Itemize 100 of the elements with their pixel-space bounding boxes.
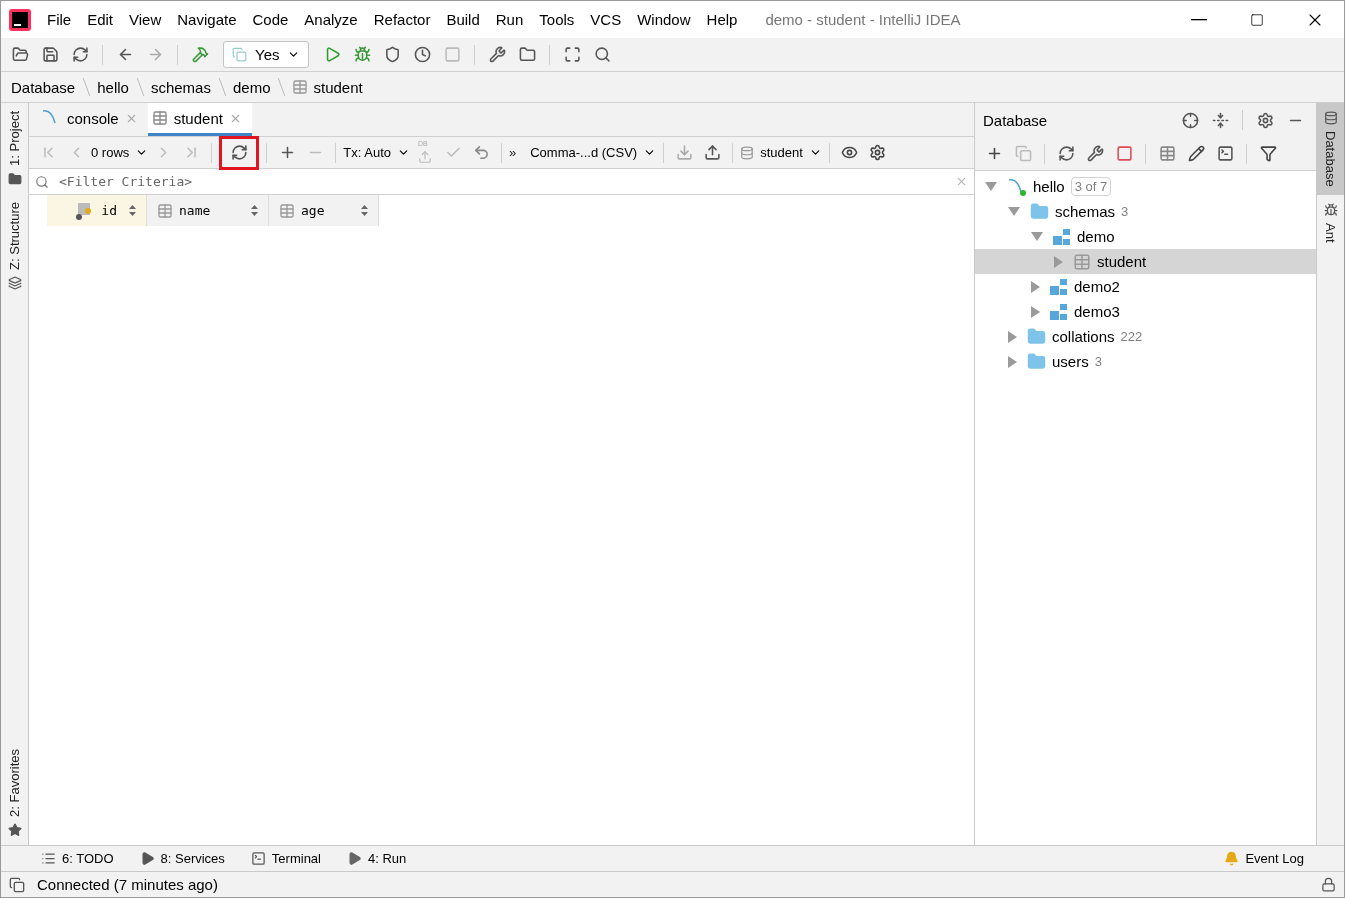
- rows-dropdown[interactable]: 0 rows: [91, 145, 149, 160]
- play-icon: [347, 851, 362, 866]
- schema-icon: [1050, 278, 1068, 295]
- play-icon: [139, 851, 155, 866]
- breadcrumb-item[interactable]: hello: [93, 78, 133, 96]
- menu-item[interactable]: Help: [698, 11, 746, 28]
- lock-icon[interactable]: [1321, 877, 1336, 892]
- item-count: 3: [1094, 354, 1102, 369]
- tree-label: student: [1097, 253, 1147, 270]
- menu-item[interactable]: Edit: [79, 11, 122, 28]
- tool-window-button[interactable]: 8: Services: [139, 851, 225, 866]
- window-title: demo - student - IntelliJ IDEA: [765, 11, 961, 28]
- item-count: 222: [1120, 329, 1143, 344]
- bell-icon: [1224, 851, 1240, 866]
- tool-window-tab[interactable]: Database: [1317, 103, 1344, 195]
- app-logo: [9, 8, 31, 31]
- database-icon: [1323, 111, 1338, 125]
- structure-icon: [7, 275, 22, 290]
- format-dropdown[interactable]: Comma-...d (CSV): [530, 145, 657, 160]
- breadcrumb-item[interactable]: demo: [228, 78, 275, 96]
- schema-icon: [1050, 303, 1068, 320]
- menu-item[interactable]: Refactor: [365, 11, 439, 28]
- list-icon: [41, 851, 56, 866]
- schema-icon: [1053, 228, 1071, 245]
- editor-tab[interactable]: student: [147, 103, 252, 136]
- breadcrumb-item[interactable]: schemas: [146, 78, 215, 96]
- column-icon: [157, 202, 173, 219]
- tree-item[interactable]: demo2: [975, 274, 1316, 299]
- tool-window-button[interactable]: Terminal: [250, 851, 321, 866]
- star-icon: [7, 823, 22, 837]
- folder-icon: [1030, 202, 1049, 221]
- transaction-dropdown[interactable]: Tx: Auto: [343, 145, 410, 160]
- tool-window-tab[interactable]: Z: Structure: [1, 193, 28, 298]
- breadcrumb-item[interactable]: student: [288, 78, 367, 96]
- column-header[interactable]: age: [269, 195, 379, 226]
- search-icon: [35, 174, 49, 189]
- tree-item[interactable]: users 3: [975, 349, 1316, 374]
- collapsed-arrow-icon[interactable]: [1031, 280, 1040, 293]
- terminal-icon: [250, 851, 266, 866]
- editor-tab[interactable]: console: [37, 103, 148, 136]
- breadcrumb-item[interactable]: Database: [7, 78, 80, 96]
- column-header[interactable]: id: [47, 195, 147, 226]
- sort-icon: [361, 205, 368, 216]
- menu-item[interactable]: File: [39, 11, 80, 28]
- collapsed-arrow-icon[interactable]: [1008, 330, 1017, 343]
- folder-icon: [1027, 327, 1046, 346]
- menu-item[interactable]: Build: [438, 11, 488, 28]
- menu-item[interactable]: Window: [629, 11, 699, 28]
- bug-icon: [1323, 202, 1338, 217]
- tool-window-tab[interactable]: 1: Project: [1, 103, 28, 194]
- menu-item[interactable]: Analyze: [296, 11, 366, 28]
- run-config-dropdown[interactable]: Yes: [223, 41, 310, 68]
- minimize-icon: [1191, 18, 1207, 21]
- table-icon: [292, 79, 309, 95]
- dolphin-icon: [1007, 177, 1027, 196]
- tool-window-button[interactable]: 4: Run: [347, 851, 407, 866]
- more-indicator[interactable]: »: [509, 145, 517, 160]
- tree-label: demo2: [1074, 278, 1120, 295]
- menu-item[interactable]: Code: [244, 11, 297, 28]
- tree-item[interactable]: hello 3 of 7: [975, 174, 1316, 199]
- maximize-icon: [1250, 12, 1264, 27]
- tree-item[interactable]: demo3: [975, 299, 1316, 324]
- collapsed-arrow-icon[interactable]: [1054, 255, 1063, 268]
- tree-item[interactable]: collations 222: [975, 324, 1316, 349]
- tree-item[interactable]: student: [975, 249, 1316, 274]
- tree-item[interactable]: schemas 3: [975, 199, 1316, 224]
- tree-label: demo3: [1074, 303, 1120, 320]
- column-icon: [279, 202, 295, 219]
- expanded-arrow-icon[interactable]: [1008, 207, 1020, 216]
- status-text: Connected (7 minutes ago): [37, 876, 218, 893]
- sort-icon: [251, 205, 258, 216]
- tool-window-tab[interactable]: Ant: [1317, 194, 1344, 251]
- collapsed-arrow-icon[interactable]: [1008, 355, 1017, 368]
- panel-title: Database: [983, 111, 1049, 129]
- table-icon: [151, 110, 168, 126]
- tree-label: collations: [1052, 328, 1115, 345]
- menu-item[interactable]: View: [121, 11, 170, 28]
- menu-item[interactable]: Tools: [531, 11, 583, 28]
- collapsed-arrow-icon[interactable]: [1031, 305, 1040, 318]
- tool-window-button[interactable]: 6: TODO: [41, 851, 114, 866]
- tool-window-tab[interactable]: 2: Favorites: [1, 741, 28, 845]
- status-icon: [9, 876, 25, 893]
- refresh-icon[interactable]: [219, 135, 260, 170]
- expanded-arrow-icon[interactable]: [985, 182, 997, 191]
- menu-item[interactable]: Navigate: [169, 11, 245, 28]
- menu-item[interactable]: Run: [487, 11, 532, 28]
- folder-icon: [1027, 352, 1046, 371]
- window-icon: [232, 47, 247, 62]
- menu-item[interactable]: VCS: [582, 11, 630, 28]
- tree-label: hello: [1033, 178, 1065, 195]
- tree-label: demo: [1077, 228, 1115, 245]
- datasource-dropdown[interactable]: student: [740, 145, 822, 160]
- tree-label: schemas: [1055, 203, 1116, 220]
- clear-icon: [955, 175, 968, 188]
- table-icon: [1073, 252, 1091, 271]
- column-header[interactable]: name: [147, 195, 269, 226]
- folder-icon: [7, 171, 22, 186]
- event-log-button[interactable]: Event Log: [1224, 851, 1304, 866]
- upload-icon: [418, 149, 432, 164]
- database-icon: [740, 145, 755, 160]
